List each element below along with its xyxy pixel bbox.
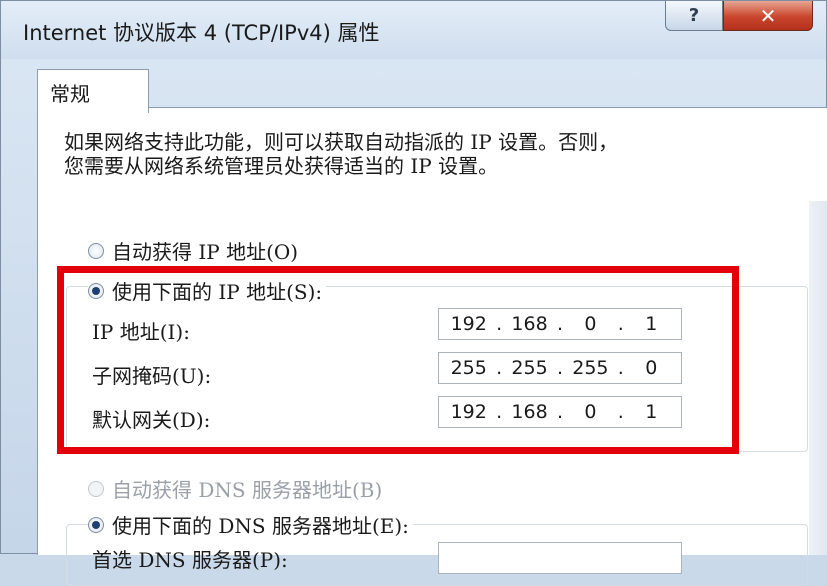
- tab-general[interactable]: 常规: [37, 69, 149, 113]
- tab-strip: 常规: [17, 59, 826, 113]
- help-button[interactable]: ?: [665, 1, 723, 31]
- title-bar[interactable]: Internet 协议版本 4 (TCP/IPv4) 属性 ? ✕: [1, 1, 826, 59]
- default-gateway-label: 默认网关(D):: [92, 408, 211, 432]
- dns-auto-option[interactable]: 自动获得 DNS 服务器地址(B): [88, 474, 382, 503]
- description-line-1: 如果网络支持此功能，则可以获取自动指派的 IP 设置。否则，: [64, 130, 619, 154]
- help-icon: ?: [688, 5, 700, 26]
- description-text: 如果网络支持此功能，则可以获取自动指派的 IP 设置。否则， 您需要从网络系统管…: [64, 130, 764, 178]
- subnet-mask-label: 子网掩码(U):: [92, 364, 212, 388]
- dns-manual-label: 使用下面的 DNS 服务器地址(E):: [112, 514, 409, 538]
- ip-auto-option[interactable]: 自动获得 IP 地址(O): [88, 236, 298, 265]
- ip-auto-radio[interactable]: [88, 242, 104, 259]
- ip-address-input[interactable]: 192. 168. 0. 1: [438, 308, 682, 340]
- ip-address-label: IP 地址(I):: [92, 320, 190, 344]
- default-gateway-input[interactable]: 192. 168. 0. 1: [438, 396, 682, 428]
- general-panel: 如果网络支持此功能，则可以获取自动指派的 IP 设置。否则， 您需要从网络系统管…: [37, 107, 827, 586]
- dns-auto-radio[interactable]: [88, 480, 104, 497]
- dns-auto-label: 自动获得 DNS 服务器地址(B): [112, 478, 383, 502]
- close-icon: ✕: [759, 3, 777, 28]
- preferred-dns-input[interactable]: [438, 542, 682, 574]
- tab-general-label: 常规: [50, 82, 90, 106]
- ip-manual-radio[interactable]: [88, 282, 104, 299]
- dialog-edge: [809, 201, 827, 555]
- description-line-2: 您需要从网络系统管理员处获得适当的 IP 设置。: [64, 154, 499, 178]
- preferred-dns-label: 首选 DNS 服务器(P):: [92, 548, 288, 572]
- ip-auto-label: 自动获得 IP 地址(O): [112, 240, 299, 264]
- dns-manual-option[interactable]: 使用下面的 DNS 服务器地址(E):: [88, 510, 413, 539]
- ip-manual-option[interactable]: 使用下面的 IP 地址(S):: [88, 276, 327, 305]
- ip-manual-label: 使用下面的 IP 地址(S):: [112, 280, 323, 304]
- close-button[interactable]: ✕: [723, 1, 813, 31]
- window-title: Internet 协议版本 4 (TCP/IPv4) 属性: [23, 21, 380, 45]
- dialog-window: Internet 协议版本 4 (TCP/IPv4) 属性 ? ✕ 常规 如果网…: [0, 0, 827, 586]
- dns-manual-radio[interactable]: [88, 516, 104, 533]
- subnet-mask-input[interactable]: 255. 255. 255. 0: [438, 352, 682, 384]
